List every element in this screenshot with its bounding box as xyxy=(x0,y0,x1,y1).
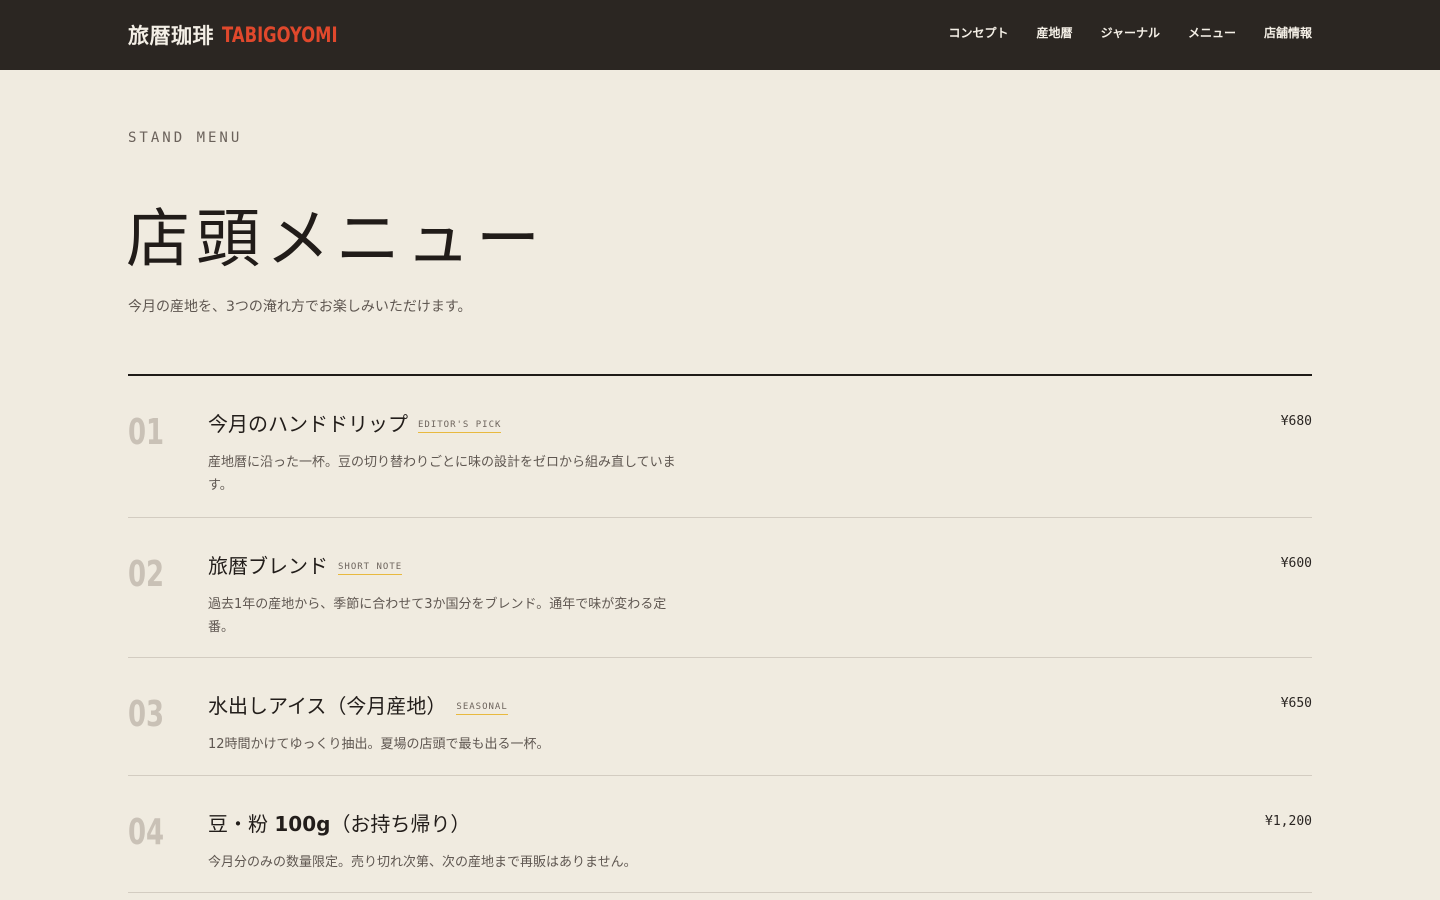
menu-item-price: ¥1,200 xyxy=(1265,814,1312,829)
brand-name-jp: 旅暦珈琲 xyxy=(128,24,214,48)
menu-item-number: 03 xyxy=(128,694,165,735)
menu-item: 01 今月のハンドドリップ EDITOR'S PICK 産地暦に沿った一杯。豆の… xyxy=(128,376,1312,518)
page-lead: 今月の産地を、3つの淹れ方でお楽しみいただけます。 xyxy=(128,299,472,315)
menu-item-price: ¥600 xyxy=(1280,556,1312,571)
nav-item-origin-calendar[interactable]: 産地暦 xyxy=(1037,24,1073,41)
nav-item-concept[interactable]: コンセプト xyxy=(949,24,1009,41)
menu-item-name-suffix: （お持ち帰り） xyxy=(330,812,471,836)
menu-item-price: ¥680 xyxy=(1280,414,1312,429)
menu-item-name: 今月のハンドドリップ xyxy=(208,412,408,436)
menu-item-tag: SEASONAL xyxy=(456,702,508,715)
menu-item-description: 過去1年の産地から、季節に合わせて3か国分をブレンド。通年で味が変わる定番。 xyxy=(208,597,667,635)
menu-item: 02 旅暦ブレンド SHORT NOTE 過去1年の産地から、季節に合わせて3か… xyxy=(128,518,1312,658)
menu-item-name: 旅暦ブレンド xyxy=(208,554,328,578)
main-nav: コンセプト 産地暦 ジャーナル メニュー 店舗情報 xyxy=(949,24,1312,41)
menu-item: 04 豆・粉 100g（お持ち帰り） 今月分のみの数量限定。売り切れ次第、次の産… xyxy=(128,776,1312,893)
nav-item-menu[interactable]: メニュー xyxy=(1188,24,1236,41)
menu-item-name: 豆・粉 100g（お持ち帰り） xyxy=(208,808,470,837)
menu-item-price: ¥650 xyxy=(1280,696,1312,711)
menu-item: 03 水出しアイス（今月産地） SEASONAL 12時間かけてゆっくり抽出。夏… xyxy=(128,658,1312,776)
menu-item-tag: SHORT NOTE xyxy=(338,562,403,575)
menu-item-description: 産地暦に沿った一杯。豆の切り替わりごとに味の設計をゼロから組み直しています。 xyxy=(208,455,676,493)
menu-item-tag: EDITOR'S PICK xyxy=(418,420,502,433)
menu-item-number: 04 xyxy=(128,812,165,853)
menu-item-description: 今月分のみの数量限定。売り切れ次第、次の産地まで再販はありません。 xyxy=(208,855,637,870)
menu-item-number: 02 xyxy=(128,554,165,595)
menu-item-name-prefix: 豆・粉 xyxy=(208,812,275,836)
nav-item-journal[interactable]: ジャーナル xyxy=(1101,24,1160,41)
menu-item-number: 01 xyxy=(128,412,165,453)
brand-name-en: TABIGOYOMI xyxy=(222,23,338,47)
menu-list: 01 今月のハンドドリップ EDITOR'S PICK 産地暦に沿った一杯。豆の… xyxy=(128,376,1312,893)
section-eyebrow: STAND MENU xyxy=(128,130,243,146)
site-header: 旅暦珈琲 TABIGOYOMI コンセプト 産地暦 ジャーナル メニュー 店舗情… xyxy=(0,0,1440,70)
menu-item-description: 12時間かけてゆっくり抽出。夏場の店頭で最も出る一杯。 xyxy=(208,737,550,752)
nav-item-store-info[interactable]: 店舗情報 xyxy=(1264,24,1312,41)
menu-item-name-weight: 100g xyxy=(274,812,331,836)
menu-item-name: 水出しアイス（今月産地） xyxy=(208,694,447,718)
brand-logo[interactable]: 旅暦珈琲 TABIGOYOMI xyxy=(128,20,370,50)
page-title: 店頭メニュー xyxy=(126,203,546,277)
